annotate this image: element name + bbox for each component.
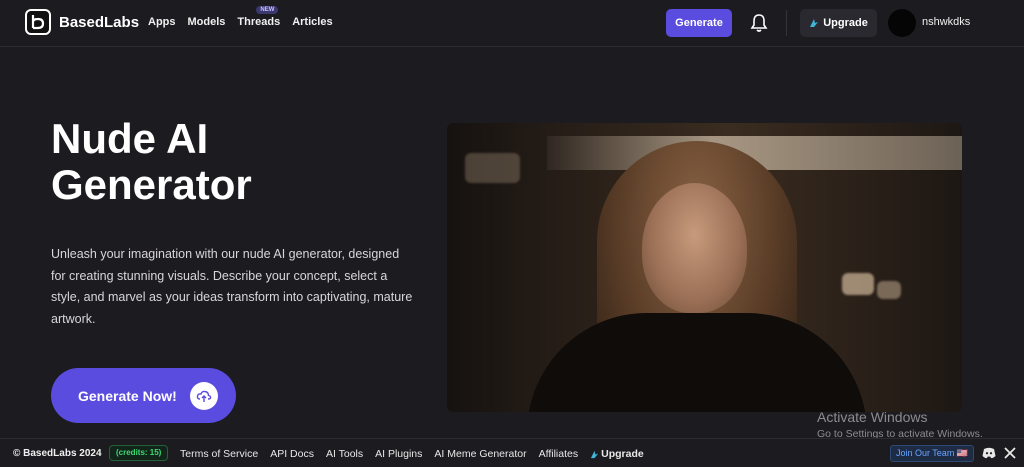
top-navbar: BasedLabs Apps Models NEW Threads Articl… [0, 0, 1024, 47]
username[interactable]: nshwkdks [922, 16, 970, 28]
footer-upgrade-link[interactable]: Upgrade [590, 448, 656, 460]
avatar[interactable] [888, 9, 916, 37]
generate-button[interactable]: Generate [666, 9, 732, 37]
bokeh-light [877, 281, 901, 299]
footer-link-ai-tools[interactable]: AI Tools [326, 448, 363, 460]
upload-cloud-icon [190, 382, 218, 410]
nav-item-articles[interactable]: Articles [292, 16, 332, 28]
footer-link-api-docs[interactable]: API Docs [270, 448, 314, 460]
hero-image [447, 123, 962, 412]
footer-copyright: © BasedLabs 2024 [13, 448, 102, 459]
bokeh-light [842, 273, 874, 295]
logo-icon [25, 9, 51, 35]
footer-link-meme-generator[interactable]: AI Meme Generator [434, 448, 526, 460]
discord-icon[interactable] [982, 447, 996, 459]
join-team-button[interactable]: Join Our Team 🇺🇸 [890, 445, 974, 462]
footer-link-terms[interactable]: Terms of Service [180, 448, 258, 460]
nav-item-models[interactable]: Models [188, 16, 226, 28]
credits-badge[interactable]: (credits: 15) [109, 445, 169, 461]
footer-links: Terms of Service API Docs AI Tools AI Pl… [180, 448, 668, 460]
upgrade-label: Upgrade [823, 17, 868, 29]
watermark-title: Activate Windows [817, 409, 928, 425]
generate-now-label: Generate Now! [78, 387, 177, 404]
new-badge: NEW [256, 6, 279, 14]
nav-item-threads[interactable]: NEW Threads [237, 6, 281, 28]
portrait-body [527, 313, 867, 412]
nav-item-apps[interactable]: Apps [148, 16, 176, 28]
x-icon[interactable] [1004, 447, 1016, 459]
upgrade-bolt-icon [591, 450, 599, 458]
footer-link-ai-plugins[interactable]: AI Plugins [375, 448, 422, 460]
footer: © BasedLabs 2024 (credits: 15) Terms of … [0, 438, 1024, 467]
upgrade-bolt-icon [810, 19, 819, 27]
brand-logo[interactable]: BasedLabs [25, 9, 139, 35]
header-divider [786, 10, 787, 36]
bokeh-light [465, 153, 520, 183]
footer-link-affiliates[interactable]: Affiliates [539, 448, 579, 460]
page-title: Nude AI Generator [51, 115, 252, 208]
bell-icon[interactable] [750, 13, 768, 33]
main-nav: Apps Models NEW Threads Articles [148, 6, 345, 28]
activate-windows-watermark: Activate Windows Go to Settings to activ… [817, 409, 983, 440]
portrait-face [642, 183, 747, 313]
footer-upgrade-label: Upgrade [601, 448, 644, 460]
nav-item-threads-label: Threads [237, 16, 281, 28]
brand-name: BasedLabs [59, 13, 140, 31]
hero-description: Unleash your imagination with our nude A… [51, 247, 413, 326]
upgrade-button[interactable]: Upgrade [800, 9, 877, 37]
generate-now-button[interactable]: Generate Now! [51, 368, 236, 423]
